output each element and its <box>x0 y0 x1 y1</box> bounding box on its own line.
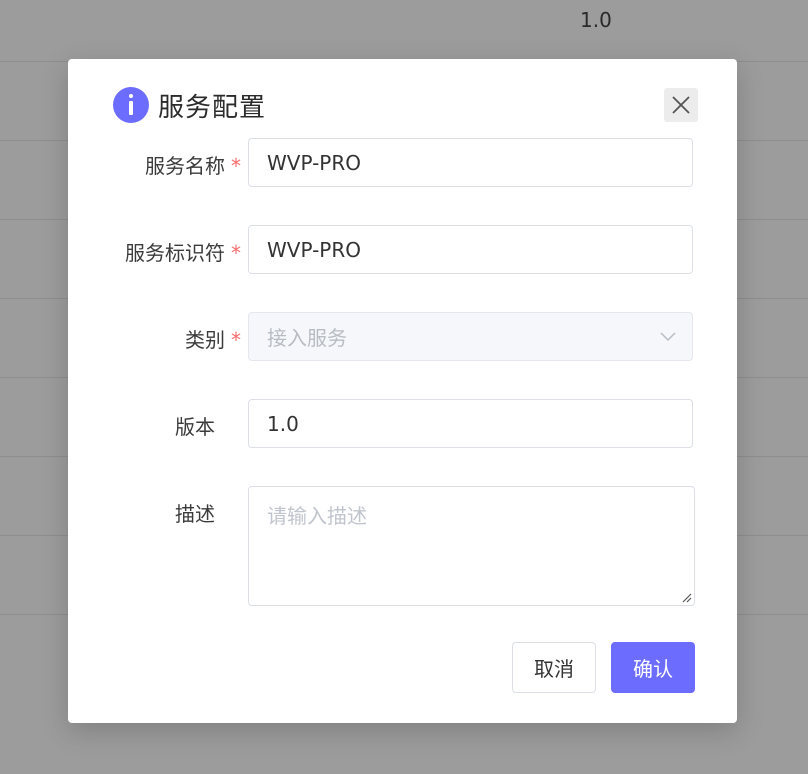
service-id-value: WVP-PRO <box>267 237 361 262</box>
version-input[interactable]: 1.0 <box>248 399 693 448</box>
service-config-dialog: 服务配置 服务名称 * WVP-PRO 服务标识符 * WVP-PRO 类别 * 接入… <box>68 59 737 723</box>
version-label: 版本 <box>175 415 215 439</box>
service-name-input[interactable]: WVP-PRO <box>248 138 693 187</box>
description-textarea[interactable]: 请输入描述 <box>248 486 695 606</box>
dialog-header: 服务配置 <box>113 87 266 123</box>
required-mark: * <box>231 328 241 352</box>
description-placeholder: 请输入描述 <box>267 504 367 528</box>
required-mark: * <box>231 154 241 178</box>
confirm-button[interactable]: 确认 <box>611 642 695 693</box>
version-value: 1.0 <box>267 411 299 436</box>
chevron-down-icon <box>660 332 676 342</box>
required-mark: * <box>231 241 241 265</box>
background-version-cell: 1.0 <box>580 8 612 32</box>
category-select[interactable]: 接入服务 <box>248 312 693 361</box>
service-id-label: 服务标识符 * <box>125 241 241 265</box>
dialog-title: 服务配置 <box>158 92 267 123</box>
info-icon <box>113 87 149 123</box>
resize-handle-icon[interactable] <box>680 591 692 603</box>
service-name-label: 服务名称 * <box>145 154 241 178</box>
category-label: 类别 * <box>185 328 241 352</box>
service-name-value: WVP-PRO <box>267 150 361 175</box>
category-value: 接入服务 <box>267 326 347 350</box>
close-icon <box>672 96 690 114</box>
cancel-button[interactable]: 取消 <box>512 642 596 693</box>
description-label: 描述 <box>175 502 215 526</box>
service-id-input[interactable]: WVP-PRO <box>248 225 693 274</box>
close-button[interactable] <box>664 88 698 122</box>
